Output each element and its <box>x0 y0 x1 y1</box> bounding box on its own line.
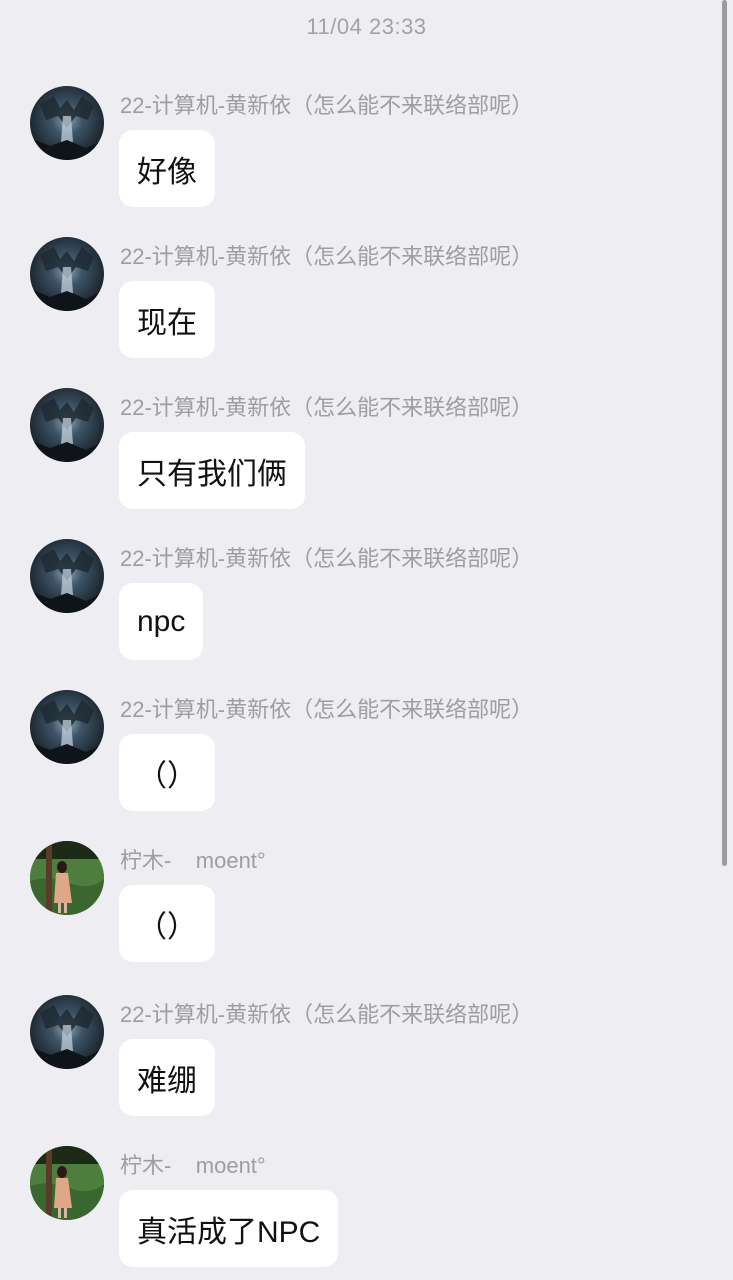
sender-name: 22-计算机-黄新依（怎么能不来联络部呢） <box>120 1002 534 1027</box>
message-bubble[interactable]: （） <box>119 885 215 962</box>
dark-cave-avatar[interactable] <box>30 237 104 311</box>
scrollbar[interactable] <box>722 0 727 866</box>
dark-cave-avatar[interactable] <box>30 388 104 462</box>
sender-name: 22-计算机-黄新依（怎么能不来联络部呢） <box>120 93 534 118</box>
sender-name: 22-计算机-黄新依（怎么能不来联络部呢） <box>120 244 534 269</box>
message-bubble[interactable]: 好像 <box>119 130 215 207</box>
sender-name: 柠木- moent° <box>120 848 266 873</box>
message-bubble[interactable]: npc <box>119 583 204 660</box>
green-field-girl-avatar[interactable] <box>30 841 104 915</box>
sender-name: 柠木- moent° <box>120 1153 266 1178</box>
dark-cave-avatar[interactable] <box>30 539 104 613</box>
chat-window[interactable]: 11/04 23:33 22-计算机-黄新依（怎么能不来联络部呢） 好像 22-… <box>0 0 733 1280</box>
dark-cave-avatar[interactable] <box>30 690 104 764</box>
message-bubble[interactable]: （） <box>119 734 215 811</box>
chat-timestamp: 11/04 23:33 <box>306 14 427 39</box>
green-field-girl-avatar[interactable] <box>30 1146 104 1220</box>
message-bubble[interactable]: 现在 <box>119 281 215 358</box>
sender-name: 22-计算机-黄新依（怎么能不来联络部呢） <box>120 395 534 420</box>
message-bubble[interactable]: 真活成了NPC <box>119 1190 339 1267</box>
dark-cave-avatar[interactable] <box>30 86 104 160</box>
sender-name: 22-计算机-黄新依（怎么能不来联络部呢） <box>120 546 534 571</box>
sender-name: 22-计算机-黄新依（怎么能不来联络部呢） <box>120 697 534 722</box>
message-bubble[interactable]: 难绷 <box>119 1039 215 1116</box>
dark-cave-avatar[interactable] <box>30 995 104 1069</box>
message-bubble[interactable]: 只有我们俩 <box>119 432 305 509</box>
